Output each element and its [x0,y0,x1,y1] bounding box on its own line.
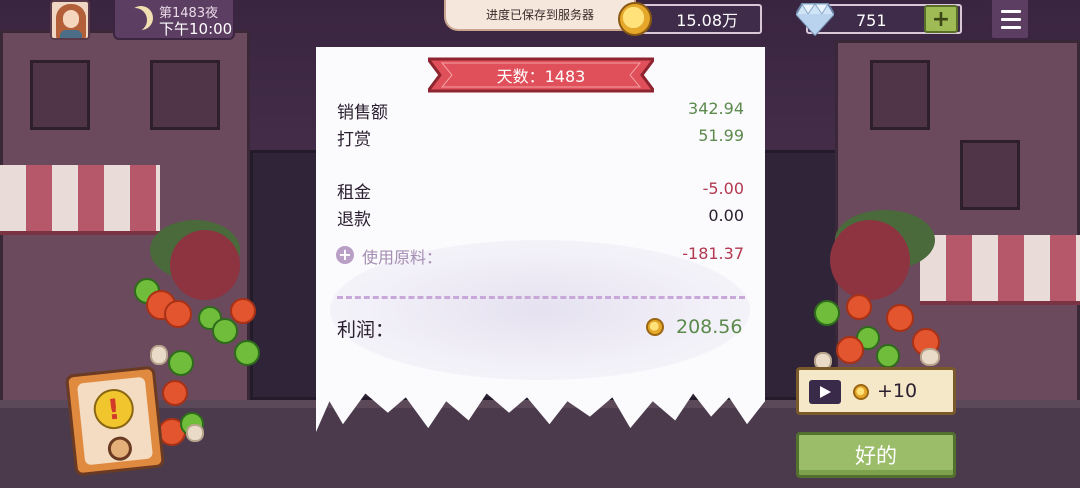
sales-label: 销售额 [337,103,388,123]
gem-icon [796,3,834,36]
receipt-divider [337,296,745,299]
garlic-clove [186,424,204,442]
refund-label: 退款 [337,210,371,230]
coin-icon [646,318,664,336]
tips-label: 打赏 [337,130,371,150]
day-count-label: 天数：1483 [496,67,586,86]
tomato-slice [162,380,188,406]
tomato-slice [886,304,914,332]
tips-value: 51.99 [698,126,744,145]
gem-balance: 751 [856,11,887,30]
menu-icon [1001,10,1021,13]
buy-gems-plus-button[interactable]: + [924,5,958,33]
window [870,60,930,130]
pepper-slice [212,318,238,344]
save-status-toast: 进度已保存到服务器 [444,0,636,31]
tomato-slice [230,298,256,324]
materials-used-value: -181.37 [682,244,744,263]
window [150,60,220,130]
ok-button[interactable]: 好的 [796,432,956,478]
garlic-clove [920,348,940,366]
profit-value: 208.56 [676,316,743,338]
rent-value: -5.00 [702,179,744,198]
materials-used-label[interactable]: 使用原料： [362,244,442,268]
sales-value: 342.94 [688,99,744,118]
tomato-slice [164,300,192,328]
flower-plant [830,220,910,300]
rent-label: 租金 [337,183,371,203]
notice-card-button[interactable]: ! [64,365,166,477]
tomato-slice [836,336,864,364]
garlic-clove [150,345,168,365]
video-icon [809,380,841,404]
pepper-slice [234,340,260,366]
tomato-slice [846,294,872,320]
pepper-slice [814,300,840,326]
pepper-slice [876,344,900,368]
day-time-panel: 第1483夜 下午10:00 [113,0,235,40]
moon-icon [123,8,147,32]
coin-icon [853,384,869,400]
menu-button[interactable] [990,0,1030,40]
window [30,60,90,130]
clock-time: 下午10:00 [159,20,233,38]
refund-value: 0.00 [708,206,744,225]
left-awning [0,165,160,235]
ad-reward-amount: +10 [877,380,918,402]
window [960,140,1020,210]
plus-circle-icon[interactable]: + [336,246,354,264]
coin-icon [618,2,652,36]
profit-label: 利润： [337,319,395,341]
player-avatar[interactable] [50,0,90,40]
pepper-slice [168,350,194,376]
flower-plant [170,230,240,300]
right-awning [920,235,1080,305]
watch-ad-reward-button[interactable]: +10 [796,367,956,415]
